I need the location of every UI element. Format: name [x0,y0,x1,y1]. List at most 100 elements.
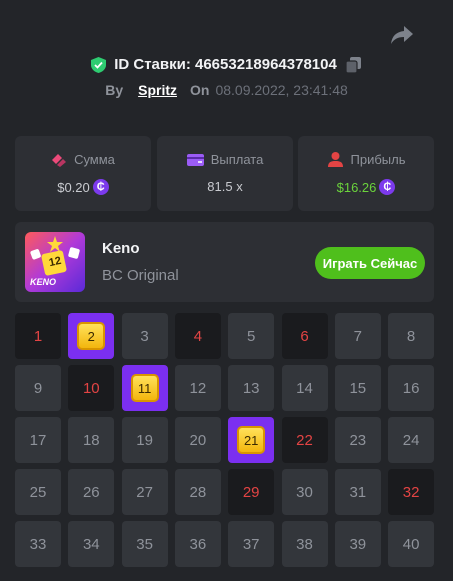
keno-cell-31[interactable]: 31 [334,469,381,515]
stat-label: Сумма [74,152,115,167]
keno-cell-5[interactable]: 5 [228,313,275,359]
keno-cell-28[interactable]: 28 [174,469,221,515]
game-subtitle: BC Original [102,267,179,284]
wallet-icon [186,153,204,166]
keno-cell-35[interactable]: 35 [121,521,168,567]
on-label: On [190,82,210,98]
keno-cell-15[interactable]: 15 [334,365,381,411]
keno-thumb-label: KENO [30,277,57,287]
keno-cell-number: 12 [189,379,207,397]
keno-cell-11[interactable]: 11 [121,365,168,411]
gem-tile: 2 [77,322,106,350]
keno-cell-number: 9 [33,379,43,397]
stat-payout: Выплата 81.5 x [157,136,293,211]
keno-cell-number: 30 [296,483,313,501]
keno-cell-30[interactable]: 30 [281,469,328,515]
keno-cell-40[interactable]: 40 [388,521,435,567]
keno-cell-number: 31 [349,483,367,501]
user-link[interactable]: Spritz [138,82,177,98]
keno-cell-21[interactable]: 21 [228,417,275,463]
keno-cell-2[interactable]: 2 [68,313,115,359]
keno-cell-14[interactable]: 14 [281,365,328,411]
play-now-button[interactable]: Играть Сейчас [315,247,425,279]
keno-thumb-number: 12 [47,254,63,270]
keno-cell-number: 16 [402,379,420,397]
keno-cell-number: 1 [33,327,43,345]
keno-cell-39[interactable]: 39 [334,521,381,567]
stat-value: $16.26 [336,179,377,195]
keno-cell-38[interactable]: 38 [281,521,328,567]
keno-cell-number: 13 [242,379,260,397]
keno-cell-number: 24 [402,431,420,449]
stat-value: $0.20 [57,179,90,195]
share-icon[interactable] [389,24,415,46]
keno-cell-26[interactable]: 26 [68,469,115,515]
gem-tile: 21 [237,426,266,454]
copy-icon[interactable] [345,56,362,73]
keno-cell-number: 6 [300,327,309,345]
keno-cell-29[interactable]: 29 [228,469,275,515]
gem-tile: 11 [130,374,159,402]
user-profit-icon [327,152,343,167]
keno-cell-13[interactable]: 13 [228,365,275,411]
keno-cell-number: 32 [402,483,420,501]
keno-cell-25[interactable]: 25 [15,469,61,515]
keno-cell-23[interactable]: 23 [334,417,381,463]
keno-cell-27[interactable]: 27 [121,469,168,515]
keno-cell-9[interactable]: 9 [15,365,61,411]
keno-cell-number: 26 [82,483,100,501]
keno-cell-4[interactable]: 4 [174,313,221,359]
keno-cell-10[interactable]: 10 [68,365,115,411]
keno-thumbnail[interactable]: 12 KENO [25,232,85,292]
bet-date: 08.09.2022, 23:41:48 [215,82,348,98]
keno-cell-number: 23 [349,431,367,449]
keno-cell-number: 7 [353,327,362,345]
keno-cell-number: 5 [247,327,256,345]
game-card: 12 KENO Keno BC Original Играть Сейчас [15,222,434,302]
keno-cell-24[interactable]: 24 [388,417,435,463]
keno-cell-3[interactable]: 3 [121,313,168,359]
shield-check-icon [91,56,107,73]
keno-cell-number: 28 [189,483,207,501]
keno-cell-number: 20 [189,431,207,449]
stat-profit: Прибыль $16.26 ₵ [298,136,434,211]
bet-id: ID Ставки: 46653218964378104 [114,56,337,73]
keno-cell-18[interactable]: 18 [68,417,115,463]
keno-cell-6[interactable]: 6 [281,313,328,359]
keno-cell-number: 34 [82,535,100,553]
keno-cell-36[interactable]: 36 [174,521,221,567]
bet-id-row: ID Ставки: 46653218964378104 [0,56,453,73]
game-name: Keno [102,240,140,257]
keno-cell-number: 37 [242,535,260,553]
keno-cell-number: 18 [82,431,100,449]
keno-cell-22[interactable]: 22 [281,417,328,463]
by-label: By [105,82,124,98]
coin-icon: ₵ [92,179,109,195]
keno-cell-32[interactable]: 32 [388,469,435,515]
keno-cell-8[interactable]: 8 [388,313,435,359]
stat-value: 81.5 x [207,179,243,194]
keno-cell-12[interactable]: 12 [174,365,221,411]
keno-cell-number: 15 [349,379,367,397]
coin-icon: ₵ [379,179,396,195]
keno-cell-33[interactable]: 33 [15,521,61,567]
keno-cell-19[interactable]: 19 [121,417,168,463]
keno-cell-7[interactable]: 7 [334,313,381,359]
keno-cell-16[interactable]: 16 [388,365,435,411]
keno-cell-34[interactable]: 34 [68,521,115,567]
keno-cell-number: 10 [82,379,100,397]
keno-cell-37[interactable]: 37 [228,521,275,567]
stat-label: Прибыль [350,152,406,167]
keno-cell-17[interactable]: 17 [15,417,61,463]
keno-cell-number: 36 [189,535,207,553]
chips-icon [52,153,67,167]
keno-cell-number: 35 [136,535,153,553]
keno-cell-number: 33 [29,535,47,553]
keno-cell-number: 22 [296,431,313,449]
keno-cell-20[interactable]: 20 [174,417,221,463]
keno-cell-number: 17 [29,431,47,449]
keno-cell-1[interactable]: 1 [15,313,61,359]
keno-cell-number: 4 [193,327,203,345]
keno-cell-number: 38 [296,535,313,553]
keno-cell-number: 14 [296,379,313,397]
